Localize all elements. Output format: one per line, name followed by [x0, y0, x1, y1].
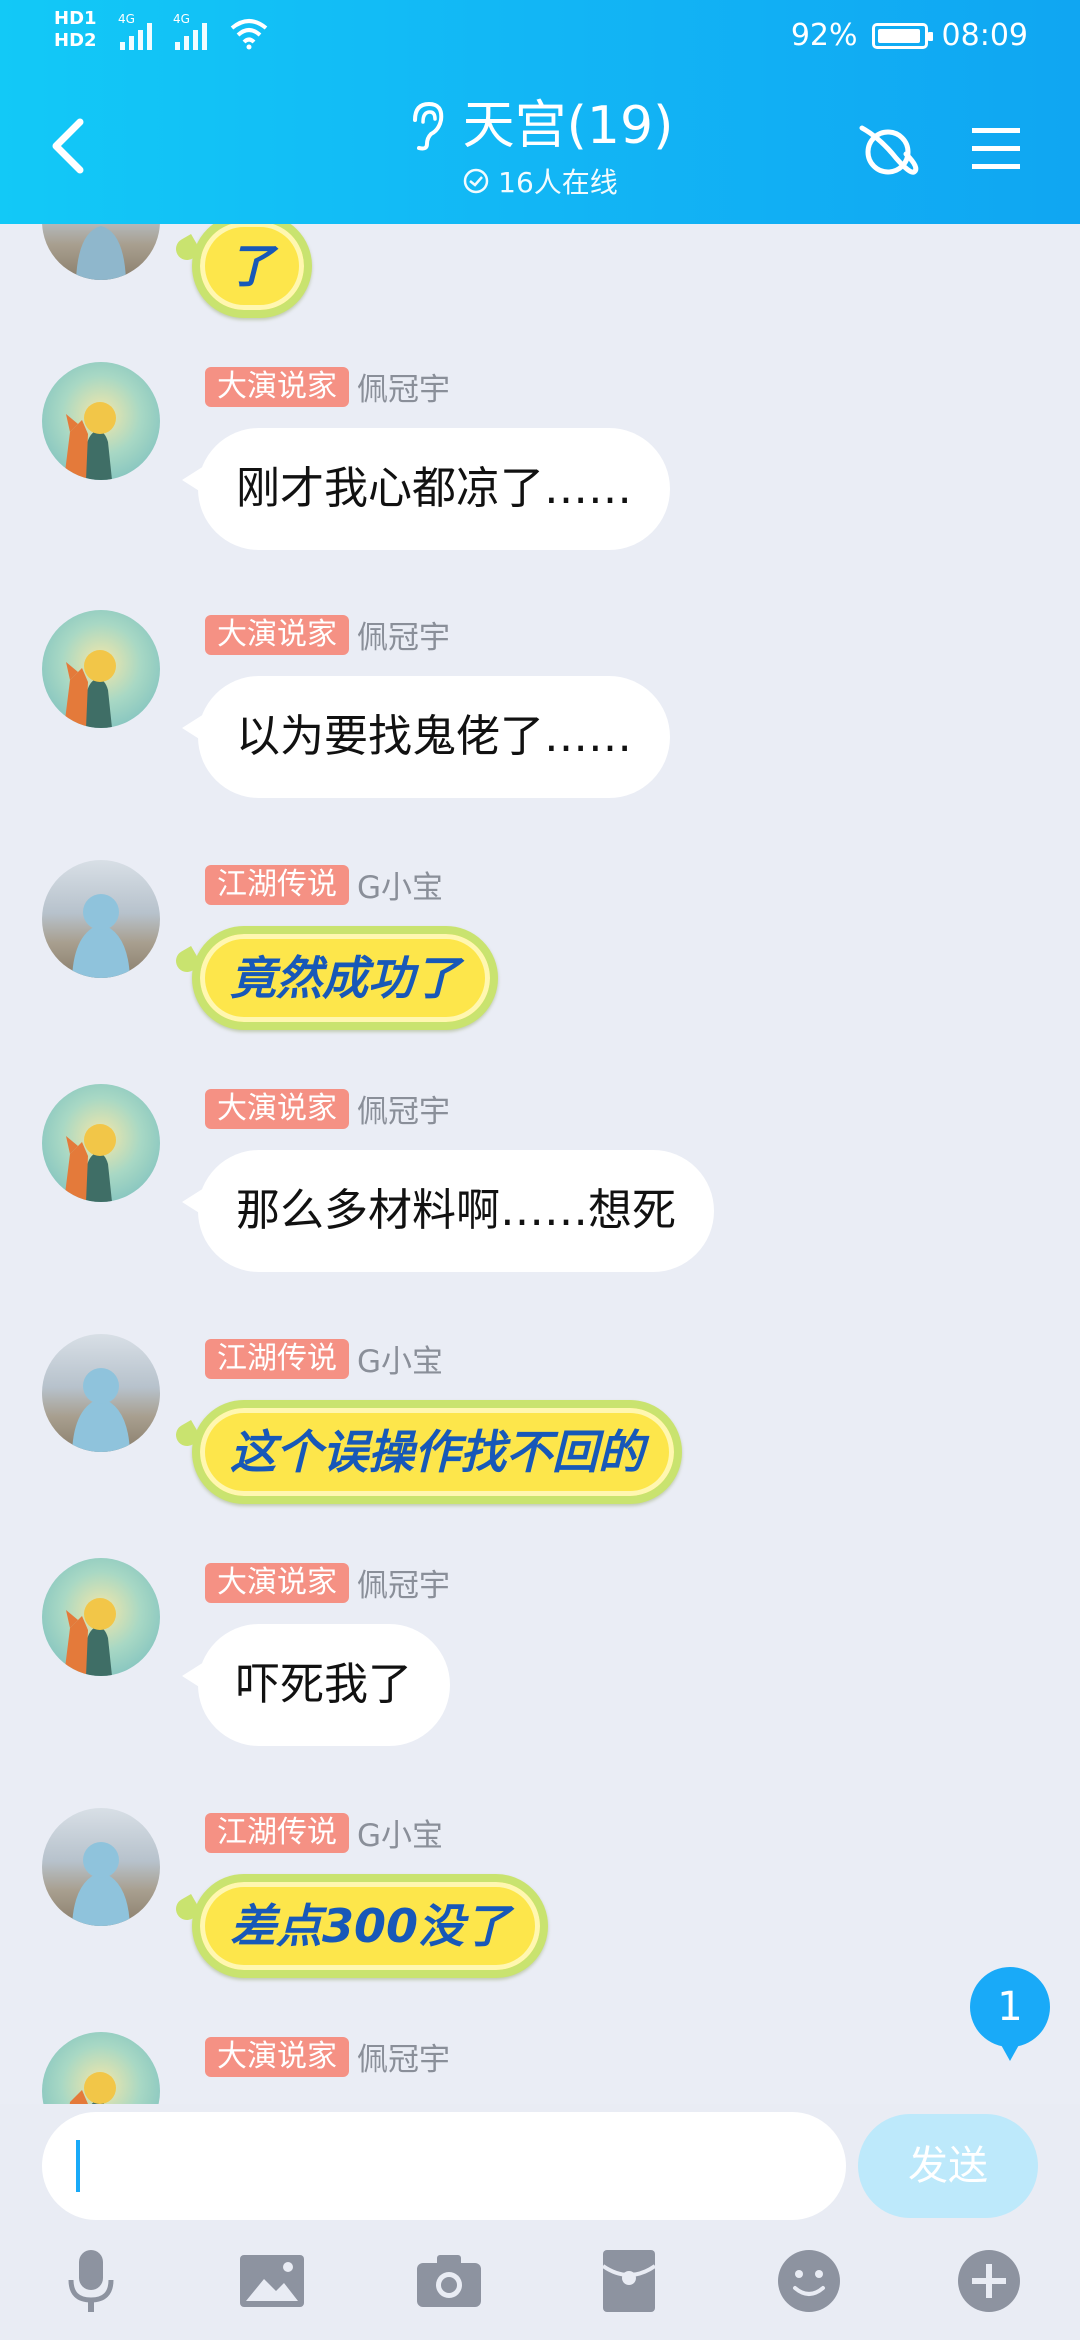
sender-name[interactable]: G小宝: [357, 1336, 443, 1381]
chat-header: HD1 HD2 4G 4G 92% 08:09 天宫(19) 16人在线: [0, 0, 1080, 224]
online-status: 16人在线: [462, 161, 618, 201]
network-type-2: 4G: [173, 12, 190, 26]
list-item[interactable]: 刚才我心都凉了……: [182, 428, 670, 550]
page-title: 天宫(19): [462, 96, 674, 156]
title-badge: 大演说家: [205, 2036, 349, 2077]
avatar[interactable]: [42, 1558, 160, 1676]
message-text: 差点300没了: [230, 1899, 511, 1953]
status-bar: HD1 HD2 4G 4G 92% 08:09: [0, 0, 1080, 70]
avatar[interactable]: [42, 860, 160, 978]
unread-count: 1: [997, 1984, 1023, 2030]
input-toolbar: [0, 2244, 1080, 2334]
message-meta: 大演说家 佩冠宇: [205, 1560, 450, 1605]
planet-icon[interactable]: [856, 118, 920, 182]
message-meta: 江湖传说 G小宝: [205, 1336, 443, 1381]
avatar[interactable]: [42, 224, 160, 280]
list-item[interactable]: 这个误操作找不回的: [192, 1400, 682, 1504]
title-badge: 大演说家: [205, 1562, 349, 1603]
avatar[interactable]: [42, 1084, 160, 1202]
status-right: 92% 08:09: [791, 18, 1028, 53]
avatar[interactable]: [42, 2032, 160, 2104]
unread-count-badge[interactable]: 1: [970, 1967, 1050, 2061]
message-input[interactable]: [42, 2112, 846, 2220]
avatar[interactable]: [42, 362, 160, 480]
network-type-1: 4G: [118, 12, 135, 26]
sender-name[interactable]: G小宝: [357, 862, 443, 907]
send-button[interactable]: 发送: [858, 2114, 1038, 2218]
sender-name[interactable]: 佩冠宇: [357, 2034, 450, 2079]
sim-indicator: HD1 HD2: [54, 8, 97, 52]
message-text: 这个误操作找不回的: [230, 1425, 644, 1479]
list-item[interactable]: 差点300没了: [192, 1874, 549, 1978]
message-text: 刚才我心都凉了……: [236, 463, 632, 514]
input-bar: 发送: [0, 2104, 1080, 2340]
send-label: 发送: [908, 2143, 988, 2189]
message-text: 那么多材料啊……想死: [236, 1185, 676, 1236]
list-item[interactable]: 以为要找鬼佬了……: [182, 676, 670, 798]
title-badge: 大演说家: [205, 614, 349, 655]
message-meta: 大演说家 佩冠宇: [205, 364, 450, 409]
microphone-icon[interactable]: [56, 2244, 126, 2318]
list-item[interactable]: 那么多材料啊……想死: [182, 1150, 714, 1272]
title-badge: 江湖传说: [205, 1812, 349, 1853]
plus-icon[interactable]: [954, 2244, 1024, 2318]
camera-icon[interactable]: [414, 2244, 484, 2318]
wifi-icon: [230, 19, 268, 50]
message-meta: 江湖传说 G小宝: [205, 1810, 443, 1855]
sender-name[interactable]: 佩冠宇: [357, 612, 450, 657]
check-circle-icon: [463, 168, 489, 194]
sender-name[interactable]: 佩冠宇: [357, 1086, 450, 1131]
avatar[interactable]: [42, 1808, 160, 1926]
message-text: 竟然成功了: [230, 951, 460, 1005]
sender-name[interactable]: 佩冠宇: [357, 364, 450, 409]
title-badge: 江湖传说: [205, 1338, 349, 1379]
signal-icon: 4G: [118, 12, 152, 50]
sim-2-label: HD2: [54, 30, 97, 51]
red-packet-icon[interactable]: [594, 2244, 664, 2318]
menu-icon[interactable]: [970, 124, 1022, 174]
text-caret: [76, 2140, 80, 2192]
image-icon[interactable]: [236, 2244, 308, 2318]
message-meta: 大演说家 佩冠宇: [205, 612, 450, 657]
avatar[interactable]: [42, 610, 160, 728]
signal-icon: 4G: [173, 12, 207, 50]
battery-icon: [871, 22, 933, 49]
avatar[interactable]: [42, 1334, 160, 1452]
sender-name[interactable]: G小宝: [357, 1810, 443, 1855]
clock: 08:09: [941, 18, 1028, 53]
title-badge: 大演说家: [205, 1088, 349, 1129]
message-list[interactable]: 了 大演说家 佩冠宇 刚才我心都凉了…… 大演说家 佩冠宇 以为要找鬼佬了……: [0, 224, 1080, 2104]
message-text: 以为要找鬼佬了……: [236, 711, 632, 762]
emoji-icon[interactable]: [774, 2244, 844, 2318]
battery-percent: 92%: [790, 18, 858, 53]
message-text: 了: [228, 239, 274, 293]
list-item[interactable]: 吓死我了: [182, 1624, 450, 1746]
sender-name[interactable]: 佩冠宇: [357, 1560, 450, 1605]
list-item[interactable]: 竟然成功了: [192, 926, 498, 1030]
online-count: 16人在线: [498, 166, 618, 199]
sim-1-label: HD1: [54, 8, 97, 29]
message-meta: 江湖传说 G小宝: [205, 862, 443, 907]
title-badge: 江湖传说: [205, 864, 349, 905]
title-badge: 大演说家: [205, 366, 349, 407]
message-text: 吓死我了: [236, 1659, 412, 1710]
list-item[interactable]: 了: [192, 224, 312, 318]
message-meta: 大演说家 佩冠宇: [205, 1086, 450, 1131]
message-meta: 大演说家 佩冠宇: [205, 2034, 450, 2079]
ear-icon: [412, 101, 443, 151]
